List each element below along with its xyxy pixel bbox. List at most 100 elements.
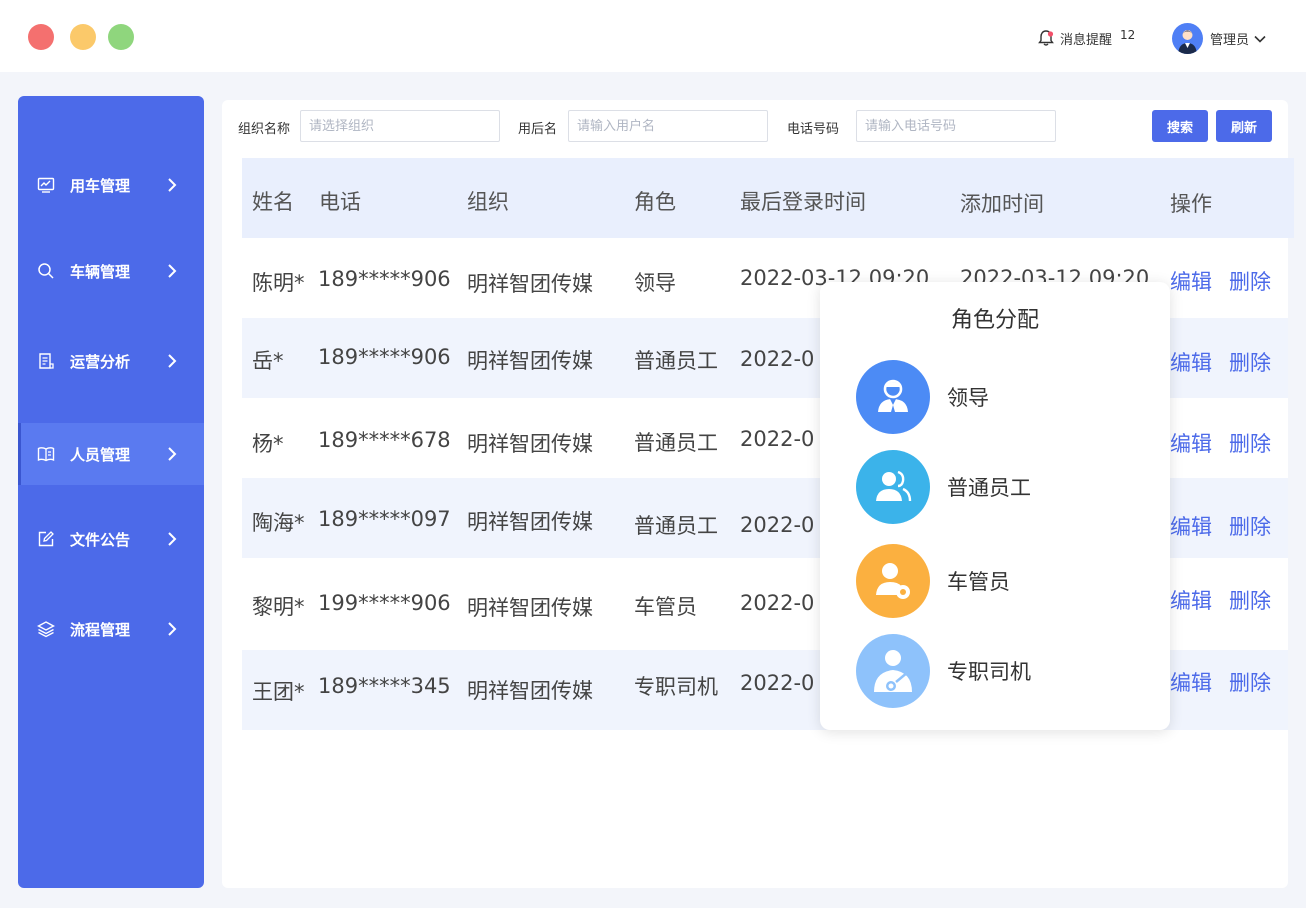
edit-link[interactable]: 编辑 — [1170, 266, 1212, 296]
cell-name: 王团* — [252, 680, 305, 704]
bell-icon — [1038, 30, 1054, 46]
search-button[interactable]: 搜索 — [1152, 110, 1208, 142]
notification-count: 12 — [1120, 28, 1136, 42]
cell-org: 明祥智团传媒 — [467, 679, 593, 703]
role-avatar — [856, 450, 930, 524]
cell-phone: 189*****678 — [318, 428, 451, 452]
column-header-role: 角色 — [634, 190, 676, 214]
minimize-window-button[interactable] — [70, 24, 96, 50]
role-avatar — [856, 360, 930, 434]
user-name: 管理员 — [1210, 33, 1250, 48]
username-input[interactable] — [568, 110, 768, 142]
driver-icon — [874, 650, 912, 692]
sidebar-item-personnel[interactable]: 人员管理 — [18, 423, 204, 485]
chevron-right-icon — [168, 622, 177, 636]
delete-link[interactable]: 删除 — [1229, 428, 1271, 458]
popup-title: 角色分配 — [950, 308, 1039, 333]
close-window-button[interactable] — [28, 24, 54, 50]
cell-phone: 189*****906 — [318, 267, 451, 291]
edit-link[interactable]: 编辑 — [1170, 511, 1212, 541]
delete-link[interactable]: 删除 — [1229, 266, 1271, 296]
cell-phone: 189*****097 — [318, 507, 451, 531]
cell-last-login: 2022-0 — [740, 347, 815, 371]
edit-link[interactable]: 编辑 — [1170, 667, 1212, 697]
chevron-right-icon — [168, 178, 177, 192]
column-header-name: 姓名 — [252, 190, 294, 214]
sidebar-item-label: 用车管理 — [70, 176, 131, 195]
edit-link[interactable]: 编辑 — [1170, 428, 1212, 458]
phone-input[interactable] — [856, 110, 1056, 142]
column-header-org: 组织 — [467, 190, 509, 214]
org-select-input[interactable] — [300, 110, 500, 142]
role-name: 普通员工 — [947, 476, 1031, 500]
cell-org: 明祥智团传媒 — [467, 272, 593, 296]
cell-role: 领导 — [634, 271, 676, 295]
report-icon — [39, 353, 54, 369]
sidebar-item-label: 运营分析 — [70, 352, 131, 371]
role-name: 领导 — [947, 386, 989, 410]
chevron-right-icon — [168, 354, 177, 368]
cell-role: 普通员工 — [634, 514, 718, 538]
role-avatar — [856, 544, 930, 618]
cell-last-login: 2022-0 — [740, 591, 815, 615]
delete-link[interactable]: 删除 — [1229, 585, 1271, 615]
search-icon — [38, 263, 54, 279]
notification-area[interactable]: 消息提醒 12 — [1036, 28, 1135, 48]
chevron-down-icon — [1254, 35, 1266, 43]
sidebar-item-announcements[interactable]: 文件公告 — [18, 508, 204, 570]
leader-icon — [878, 379, 908, 412]
cell-org: 明祥智团传媒 — [467, 596, 593, 620]
chevron-right-icon — [168, 532, 177, 546]
sidebar: 用车管理 车辆管理 运营分析 人员管理 文件公告 流程管理 — [18, 96, 204, 888]
delete-link[interactable]: 删除 — [1229, 347, 1271, 377]
role-avatar — [856, 634, 930, 708]
avatar — [1172, 23, 1203, 54]
column-header-added-time: 添加时间 — [960, 192, 1044, 216]
sidebar-item-label: 文件公告 — [70, 530, 131, 549]
fleet-manager-icon — [876, 563, 910, 599]
sidebar-item-label: 流程管理 — [70, 620, 131, 639]
chart-board-icon — [37, 177, 55, 193]
column-header-last-login: 最后登录时间 — [740, 190, 866, 214]
cell-name: 陶海* — [252, 511, 305, 535]
sidebar-item-workflow[interactable]: 流程管理 — [18, 598, 204, 660]
user-menu[interactable]: 管理员 — [1172, 23, 1267, 54]
cell-role: 普通员工 — [634, 431, 718, 455]
cell-name: 杨* — [252, 432, 284, 456]
user-avatar-icon — [1178, 30, 1197, 54]
username-filter-label: 用后名 — [518, 122, 558, 137]
delete-link[interactable]: 删除 — [1229, 667, 1271, 697]
column-header-actions: 操作 — [1170, 192, 1212, 216]
org-filter-label: 组织名称 — [238, 122, 291, 137]
role-option-staff[interactable]: 普通员工 — [856, 450, 1156, 524]
edit-link[interactable]: 编辑 — [1170, 347, 1212, 377]
cell-org: 明祥智团传媒 — [467, 432, 593, 456]
sidebar-item-label: 人员管理 — [70, 445, 131, 464]
sidebar-item-operations-analysis[interactable]: 运营分析 — [18, 330, 204, 392]
sidebar-item-vehicles[interactable]: 车辆管理 — [18, 240, 204, 302]
cell-org: 明祥智团传媒 — [467, 349, 593, 373]
column-header-phone: 电话 — [319, 190, 361, 214]
cell-name: 陈明* — [252, 271, 305, 295]
cell-phone: 189*****906 — [318, 345, 451, 369]
cell-org: 明祥智团传媒 — [467, 510, 593, 534]
cell-role: 车管员 — [634, 595, 697, 619]
refresh-button[interactable]: 刷新 — [1216, 110, 1272, 142]
chevron-right-icon — [168, 447, 177, 461]
role-option-fleet-manager[interactable]: 车管员 — [856, 544, 1156, 618]
notification-label: 消息提醒 — [1060, 32, 1113, 48]
sidebar-item-label: 车辆管理 — [70, 262, 131, 281]
cell-role: 专职司机 — [634, 675, 718, 699]
maximize-window-button[interactable] — [108, 24, 134, 50]
phone-filter-label: 电话号码 — [787, 122, 840, 137]
edit-icon — [38, 531, 54, 547]
role-option-driver[interactable]: 专职司机 — [856, 634, 1156, 708]
cell-phone: 189*****345 — [318, 674, 451, 698]
delete-link[interactable]: 删除 — [1229, 511, 1271, 541]
sidebar-item-vehicle-usage[interactable]: 用车管理 — [18, 154, 204, 216]
edit-link[interactable]: 编辑 — [1170, 585, 1212, 615]
role-option-leader[interactable]: 领导 — [856, 360, 1156, 434]
cell-phone: 199*****906 — [318, 591, 451, 615]
cell-last-login: 2022-0 — [740, 427, 815, 451]
chevron-right-icon — [168, 264, 177, 278]
